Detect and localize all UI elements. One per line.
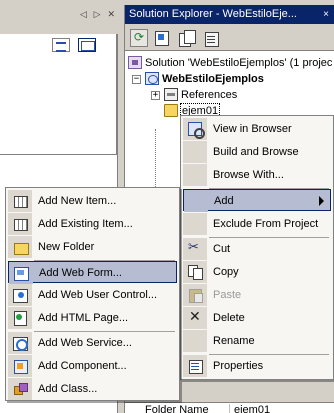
refresh-icon[interactable] <box>130 29 148 47</box>
properties-icon[interactable] <box>203 29 221 47</box>
context-menu: View in Browser Build and Browse Browse … <box>180 115 334 380</box>
menu-item-copy[interactable]: Copy <box>183 261 331 283</box>
design-divider <box>0 154 117 155</box>
delete-icon <box>188 309 202 325</box>
copy-icon <box>188 265 203 280</box>
design-view-icon[interactable] <box>52 38 70 52</box>
references-icon <box>164 88 178 101</box>
menu-item-add[interactable]: Add <box>183 189 331 212</box>
menu-item-label: Add HTML Page... <box>38 312 129 324</box>
component-icon <box>13 359 28 374</box>
menu-item-label: Rename <box>213 335 255 347</box>
folder-icon <box>13 240 29 255</box>
html-page-icon <box>13 311 27 326</box>
menu-item-exclude-from-project[interactable]: Exclude From Project <box>183 213 331 235</box>
menu-item-label: Copy <box>213 266 239 278</box>
solution-icon <box>128 56 142 69</box>
menu-item-new-folder[interactable]: New Folder <box>8 236 177 258</box>
menu-item-add-existing-item[interactable]: Add Existing Item... <box>8 213 177 235</box>
menu-item-build-and-browse[interactable]: Build and Browse <box>183 141 331 163</box>
menu-item-add-web-user-control[interactable]: Add Web User Control... <box>8 284 177 306</box>
add-submenu: Add New Item... Add Existing Item... New… <box>5 187 180 401</box>
tab-navigation-arrows[interactable]: ◁ ▷ ✕ <box>80 10 117 20</box>
menu-item-cut[interactable]: Cut <box>183 238 331 260</box>
menu-item-add-class[interactable]: Add Class... <box>8 378 177 400</box>
solution-explorer-toolbar <box>125 24 334 51</box>
menu-item-label: New Folder <box>38 241 95 253</box>
menu-item-label: Browse With... <box>213 169 284 181</box>
folder-icon <box>164 104 178 117</box>
menu-item-label: Cut <box>213 243 231 255</box>
menu-item-add-html-page[interactable]: Add HTML Page... <box>8 307 177 329</box>
paste-icon <box>188 288 203 303</box>
menu-item-label: View in Browser <box>213 123 292 135</box>
menu-item-add-component[interactable]: Add Component... <box>8 355 177 377</box>
solution-explorer-title: Solution Explorer - WebEstiloEje... <box>125 5 334 24</box>
existing-item-icon <box>13 217 28 231</box>
scissors-icon <box>188 240 202 256</box>
tree-item-label: References <box>181 89 238 101</box>
menu-item-paste[interactable]: Paste <box>183 284 331 306</box>
menu-item-label: Add New Item... <box>38 195 117 207</box>
view-in-browser-icon <box>188 122 205 139</box>
menu-item-label: Delete <box>213 312 245 324</box>
menu-item-label: Exclude From Project <box>213 218 319 230</box>
menu-item-label: Add Existing Item... <box>38 218 133 230</box>
menu-item-add-web-service[interactable]: Add Web Service... <box>8 332 177 354</box>
web-service-icon <box>13 336 28 351</box>
copy-project-icon[interactable] <box>178 29 196 47</box>
menu-item-delete[interactable]: Delete <box>183 307 331 329</box>
tree-item-label: Solution 'WebEstiloEjemplos' (1 projec <box>145 57 333 69</box>
design-divider <box>116 34 117 154</box>
collapse-icon[interactable]: − <box>132 75 141 84</box>
menu-item-label: Add Component... <box>38 360 127 372</box>
property-name: Folder Name <box>145 404 209 413</box>
menu-item-add-web-form[interactable]: Add Web Form... <box>8 261 177 284</box>
editor-tab-strip: ◁ ▷ ✕ <box>0 0 123 34</box>
menu-item-view-in-browser[interactable]: View in Browser <box>183 118 331 140</box>
menu-item-label: Build and Browse <box>213 146 299 158</box>
properties-grid: Folder Name ejem01 <box>125 402 334 413</box>
menu-item-browse-with[interactable]: Browse With... <box>183 164 331 186</box>
menu-item-label: Add Class... <box>38 383 98 395</box>
tree-item-label: WebEstiloEjemplos <box>162 73 264 85</box>
user-control-icon <box>13 288 28 303</box>
property-value[interactable]: ejem01 <box>229 404 270 413</box>
menu-item-rename[interactable]: Rename <box>183 330 331 352</box>
web-project-icon <box>145 72 159 85</box>
show-all-files-icon[interactable] <box>153 29 171 47</box>
html-view-icon[interactable] <box>78 38 96 52</box>
menu-item-add-new-item[interactable]: Add New Item... <box>8 190 177 212</box>
menu-item-label: Add Web Service... <box>38 337 132 349</box>
web-form-icon <box>14 266 29 281</box>
menu-item-label: Paste <box>213 289 242 301</box>
menu-item-label: Properties <box>213 360 264 372</box>
menu-item-properties[interactable]: Properties <box>183 355 331 377</box>
submenu-arrow-icon <box>319 196 324 206</box>
menu-item-label: Add Web Form... <box>39 267 122 279</box>
close-icon[interactable]: × <box>318 5 334 24</box>
menu-item-label: Add <box>214 195 234 207</box>
new-item-icon <box>13 194 28 208</box>
class-icon <box>13 382 28 396</box>
properties-icon <box>188 359 203 374</box>
expand-icon[interactable]: + <box>151 91 160 100</box>
menu-item-label: Add Web User Control... <box>38 289 158 301</box>
